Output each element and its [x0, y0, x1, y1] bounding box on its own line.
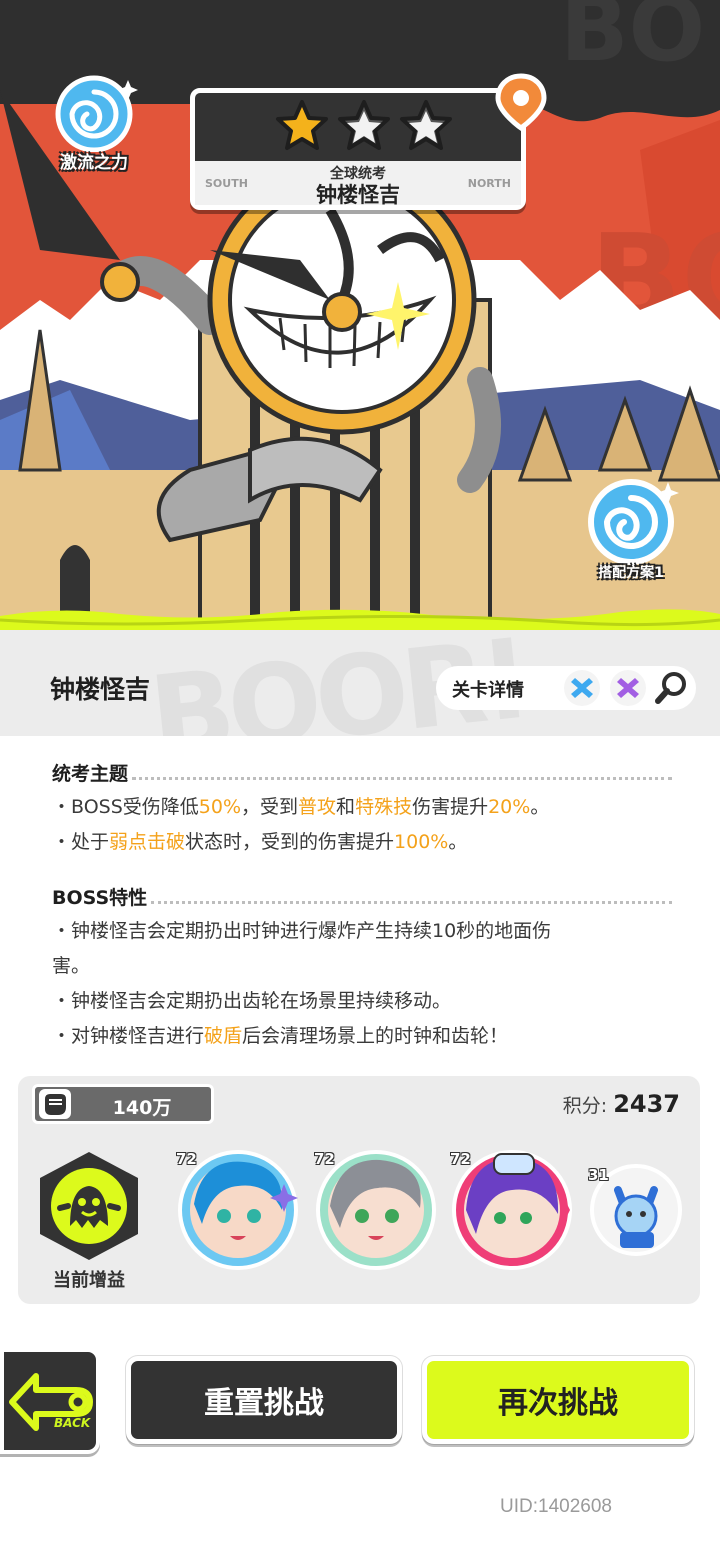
boss-title: BOSS特性	[52, 876, 672, 910]
score-display: 积分: 2437	[563, 1090, 680, 1118]
stage-header: BOOR! 钟楼怪吉 关卡详情	[0, 630, 720, 736]
star-icon	[400, 100, 452, 150]
water-swirl-icon	[55, 75, 138, 153]
rule-text: ・对钟楼怪吉进行	[52, 1025, 205, 1047]
back-label: BACK	[54, 1416, 91, 1430]
theme-rule-1: ・BOSS受伤降低50%，受到普攻和特殊技伤害提升20%。	[52, 790, 672, 825]
stage-info-card: SOUTH 全球统考 钟楼怪吉 NORTH	[190, 88, 526, 210]
team-power-value: 140万	[112, 1097, 172, 1119]
star-icon	[276, 100, 328, 150]
stage-detail-label: 关卡详情	[452, 680, 524, 701]
reset-challenge-button[interactable]: 重置挑战	[126, 1356, 402, 1444]
stage-title: 钟楼怪吉	[50, 675, 151, 704]
star-icon	[338, 100, 390, 150]
rules-section: 统考主题 ・BOSS受伤降低50%，受到普攻和特殊技伤害提升20%。 ・处于弱点…	[52, 752, 672, 1054]
team-power-badge: 140万	[32, 1084, 214, 1124]
boss-title-text: BOSS特性	[52, 887, 148, 909]
nav-north-label[interactable]: NORTH	[468, 177, 511, 190]
star-rating	[275, 99, 453, 157]
buff-label: 当前增益	[53, 1270, 125, 1291]
retry-challenge-button[interactable]: 再次挑战	[422, 1356, 694, 1444]
purple-cross-icon	[610, 670, 646, 706]
boss-rule-2: ・钟楼怪吉会定期扔出齿轮在场景里持续移动。	[52, 990, 452, 1012]
rule-highlight: 特殊技	[355, 796, 413, 818]
rule-highlight: 20%	[488, 796, 531, 818]
member-level: 72	[176, 1150, 197, 1168]
rule-highlight: 50%	[198, 796, 242, 818]
search-icon[interactable]	[654, 670, 690, 706]
rule-text: ，受到	[241, 796, 299, 818]
rule-text: 状态时，受到的伤害提升	[185, 831, 395, 853]
rule-highlight: 100%	[394, 831, 449, 853]
element-water-badge: 激流之力	[44, 74, 144, 174]
stage-detail-button[interactable]: 关卡详情	[436, 666, 696, 710]
member-level: 72	[314, 1150, 335, 1168]
theme-rule-2: ・处于弱点击破状态时，受到的伤害提升100%。	[52, 825, 672, 860]
dotted-divider	[151, 901, 672, 904]
boss-rule-1: ・钟楼怪吉会定期扔出时钟进行爆炸产生持续10秒的地面伤 害。	[52, 914, 672, 984]
water-swirl-icon	[588, 479, 679, 565]
rule-highlight: 弱点击破	[109, 831, 186, 853]
stage-name-bar: SOUTH 全球统考 钟楼怪吉 NORTH	[195, 161, 521, 207]
rule-highlight: 普攻	[298, 796, 337, 818]
rule-text: ・钟楼怪吉会定期扔出时钟进行爆炸产生持续10秒的地面伤	[52, 920, 552, 942]
rule-text: ・处于	[52, 831, 110, 853]
rule-text: 伤害提升	[412, 796, 489, 818]
loadout-button[interactable]: 搭配方案1	[578, 476, 684, 582]
rule-text: 。	[448, 831, 468, 853]
theme-title-text: 统考主题	[52, 763, 129, 785]
fist-icon	[39, 1089, 71, 1119]
team-panel: 140万 积分: 2437 当前增益 72 72 72 31	[18, 1076, 700, 1304]
theme-title: 统考主题	[52, 752, 672, 786]
rule-text: 害。	[52, 955, 91, 977]
rule-text: 后会清理场景上的时钟和齿轮！	[242, 1025, 509, 1047]
rule-highlight: 破盾	[204, 1025, 243, 1047]
team-member-3[interactable]: 72	[446, 1144, 574, 1272]
element-label: 激流之力	[60, 153, 128, 173]
boss-rule-3: ・对钟楼怪吉进行破盾后会清理场景上的时钟和齿轮！	[52, 1019, 672, 1054]
rule-text: 。	[530, 796, 550, 818]
current-buff[interactable]: 当前增益	[30, 1148, 148, 1298]
buff-ghost-icon	[40, 1152, 138, 1260]
user-id: UID:1402608	[500, 1496, 612, 1517]
member-level: 31	[588, 1166, 609, 1184]
dotted-divider	[132, 777, 672, 780]
back-button[interactable]: BACK	[0, 1348, 100, 1454]
team-member-2[interactable]: 72	[310, 1144, 438, 1272]
rule-text: ・BOSS受伤降低	[52, 796, 199, 818]
member-level: 72	[450, 1150, 471, 1168]
blue-cross-icon	[564, 670, 600, 706]
map-pin-icon[interactable]	[494, 72, 548, 132]
score-label: 积分:	[562, 1095, 608, 1117]
score-value: 2437	[613, 1090, 680, 1118]
svg-text:BO: BO	[560, 0, 705, 82]
team-member-1[interactable]: 72	[172, 1144, 300, 1272]
loadout-label: 搭配方案1	[598, 565, 664, 581]
rule-text: 和	[336, 796, 356, 818]
team-member-4[interactable]: 31	[584, 1160, 684, 1260]
boss-illustration: BO BO	[0, 0, 720, 640]
